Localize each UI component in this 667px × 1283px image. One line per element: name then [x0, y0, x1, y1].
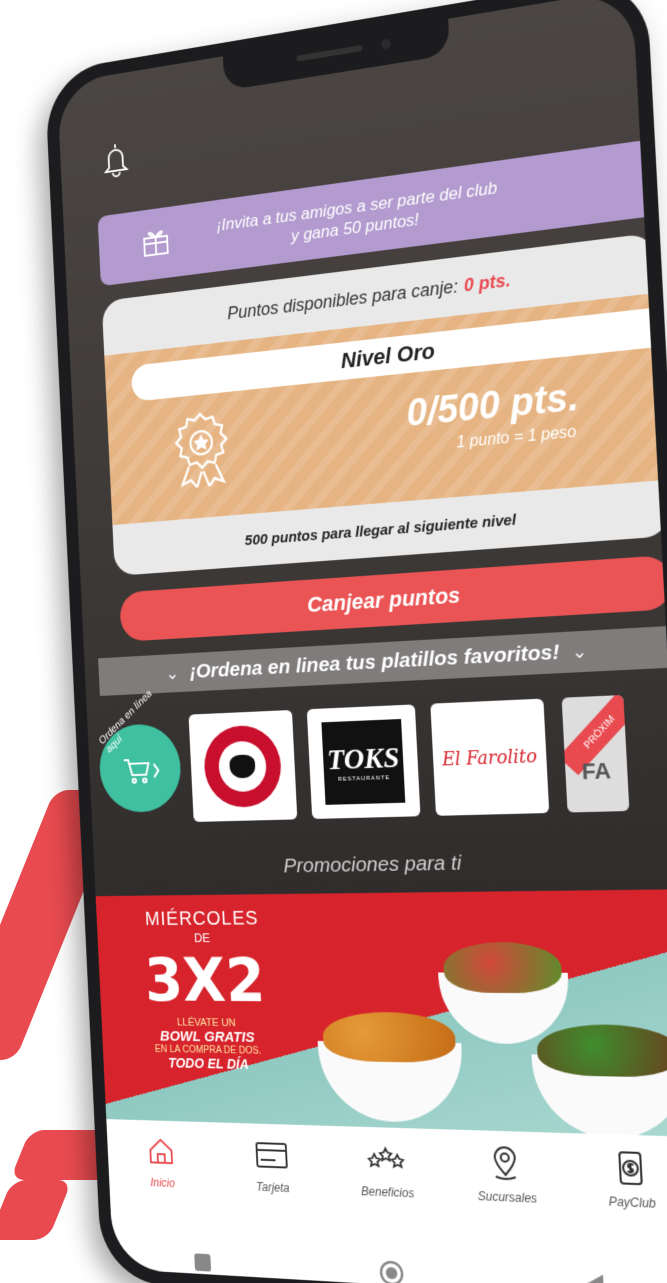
home-icon: [147, 1134, 175, 1169]
gift-icon: [140, 223, 172, 264]
promo-de: DE: [193, 930, 211, 945]
promo-offer: 3X2: [143, 944, 267, 1016]
card-icon: [254, 1137, 289, 1173]
toks-name: TOKS: [326, 741, 401, 777]
stars-icon: [366, 1141, 406, 1178]
promotions-title: Promociones para ti: [283, 851, 462, 878]
tab-label: Sucursales: [477, 1188, 538, 1206]
order-online-text: ¡Ordena en linea tus platillos favoritos…: [189, 640, 561, 683]
tab-payclub[interactable]: PayClub: [566, 1133, 667, 1255]
tab-sucursales[interactable]: Sucursales: [443, 1129, 571, 1248]
promo-text-block: MIÉRCOLES DE 3X2 LLÉVATE UN BOWL GRATIS …: [108, 908, 304, 1074]
brand-coming-soon[interactable]: PRÓXIM FA: [561, 694, 630, 813]
home-nav-button[interactable]: [371, 1252, 411, 1283]
promo-day: MIÉRCOLES: [144, 907, 259, 930]
available-points-label: Puntos disponibles para canje:: [226, 275, 459, 323]
tab-inicio[interactable]: Inicio: [106, 1119, 219, 1231]
el-farolito-logo: El Farolito: [441, 745, 538, 770]
toks-sub: RESTAURANTE: [337, 775, 391, 783]
camera: [381, 38, 392, 50]
back-button[interactable]: [573, 1263, 616, 1283]
phone-frame: ¡Invita a tus amigos a ser parte del clu…: [44, 0, 667, 1283]
panda-express-logo: [202, 724, 283, 809]
notification-bell-icon[interactable]: [101, 138, 131, 184]
promo-line4: TODO EL DÍA: [167, 1054, 250, 1072]
brand-toks[interactable]: TOKS RESTAURANTE: [306, 704, 421, 819]
decor-slash: [0, 1180, 73, 1240]
tab-label: Tarjeta: [255, 1179, 290, 1196]
speaker: [296, 44, 363, 62]
medal-icon: [168, 407, 235, 494]
points-card: Puntos disponibles para canje: 0 pts. Ni…: [101, 232, 667, 576]
location-icon: [490, 1145, 522, 1183]
coming-soon-logo: FA: [581, 757, 612, 785]
tab-tarjeta[interactable]: Tarjeta: [214, 1122, 332, 1236]
order-online-button[interactable]: Ordena en línea aquí: [97, 688, 183, 813]
toks-logo: TOKS RESTAURANTE: [321, 718, 406, 805]
app-screen: ¡Invita a tus amigos a ser parte del clu…: [56, 0, 667, 1283]
available-points-value: 0 pts.: [463, 269, 512, 296]
food-bowl-image: [317, 1011, 466, 1124]
notch: [222, 18, 451, 91]
tab-beneficios[interactable]: Beneficios: [326, 1126, 449, 1242]
brand-panda-express[interactable]: [188, 709, 298, 822]
chevron-down-icon: ⌄: [571, 640, 588, 662]
food-bowl-image: [531, 1023, 667, 1137]
tab-label: PayClub: [608, 1194, 657, 1211]
chevron-down-icon: ⌄: [165, 662, 180, 683]
tab-label: Inicio: [150, 1175, 176, 1191]
tab-label: Beneficios: [360, 1184, 415, 1201]
invite-text: ¡Invita a tus amigos a ser parte del clu…: [215, 178, 498, 246]
brand-el-farolito[interactable]: El Farolito: [430, 698, 550, 816]
cart-icon: [122, 756, 162, 786]
payclub-icon: [614, 1149, 647, 1188]
promo-banner[interactable]: MIÉRCOLES DE 3X2 LLÉVATE UN BOWL GRATIS …: [95, 889, 667, 1137]
recents-button[interactable]: [184, 1242, 222, 1283]
